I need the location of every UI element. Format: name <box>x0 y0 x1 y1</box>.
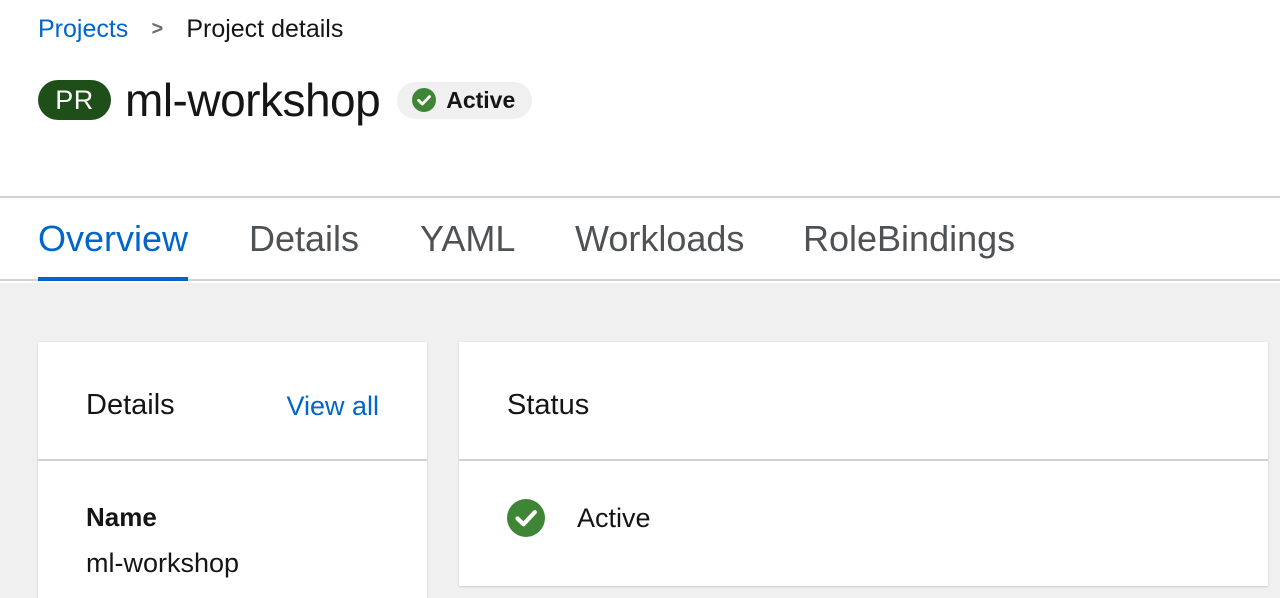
status-card: Status Active <box>459 342 1268 586</box>
tab-overview[interactable]: Overview <box>38 198 189 281</box>
tab-rolebindings[interactable]: RoleBindings <box>803 198 1015 279</box>
status-value: Active <box>577 502 651 533</box>
name-value: ml-workshop <box>86 548 240 578</box>
chevron-right-icon: > <box>151 17 164 40</box>
breadcrumb: Projects > Project details <box>38 12 343 46</box>
tab-workloads[interactable]: Workloads <box>575 198 744 279</box>
page-header: Projects > Project details PR ml-worksho… <box>0 0 1280 197</box>
title-row: PR ml-workshop Active <box>38 70 533 130</box>
tab-yaml[interactable]: YAML <box>420 198 515 279</box>
status-badge-label: Active <box>446 86 516 113</box>
breadcrumb-projects-link[interactable]: Projects <box>38 15 128 44</box>
details-card-title: Details <box>86 389 175 421</box>
name-term: Name <box>86 502 157 532</box>
details-card: Details View all Name ml-workshop <box>38 342 427 598</box>
check-circle-icon <box>507 499 545 537</box>
status-card-header: Status <box>459 342 1268 461</box>
view-all-link[interactable]: View all <box>286 391 379 422</box>
details-card-header: Details View all <box>38 342 427 461</box>
overview-content: Details View all Name ml-workshop Status… <box>0 283 1280 598</box>
check-circle-icon <box>412 88 437 112</box>
tab-details[interactable]: Details <box>249 198 359 279</box>
resource-badge: PR <box>38 80 111 120</box>
status-row: Active <box>507 499 651 537</box>
breadcrumb-current: Project details <box>186 14 344 43</box>
status-badge: Active <box>397 81 533 119</box>
tab-bar: Overview Details YAML Workloads RoleBind… <box>0 198 1280 281</box>
page-title: ml-workshop <box>125 74 381 126</box>
status-card-title: Status <box>507 389 590 421</box>
